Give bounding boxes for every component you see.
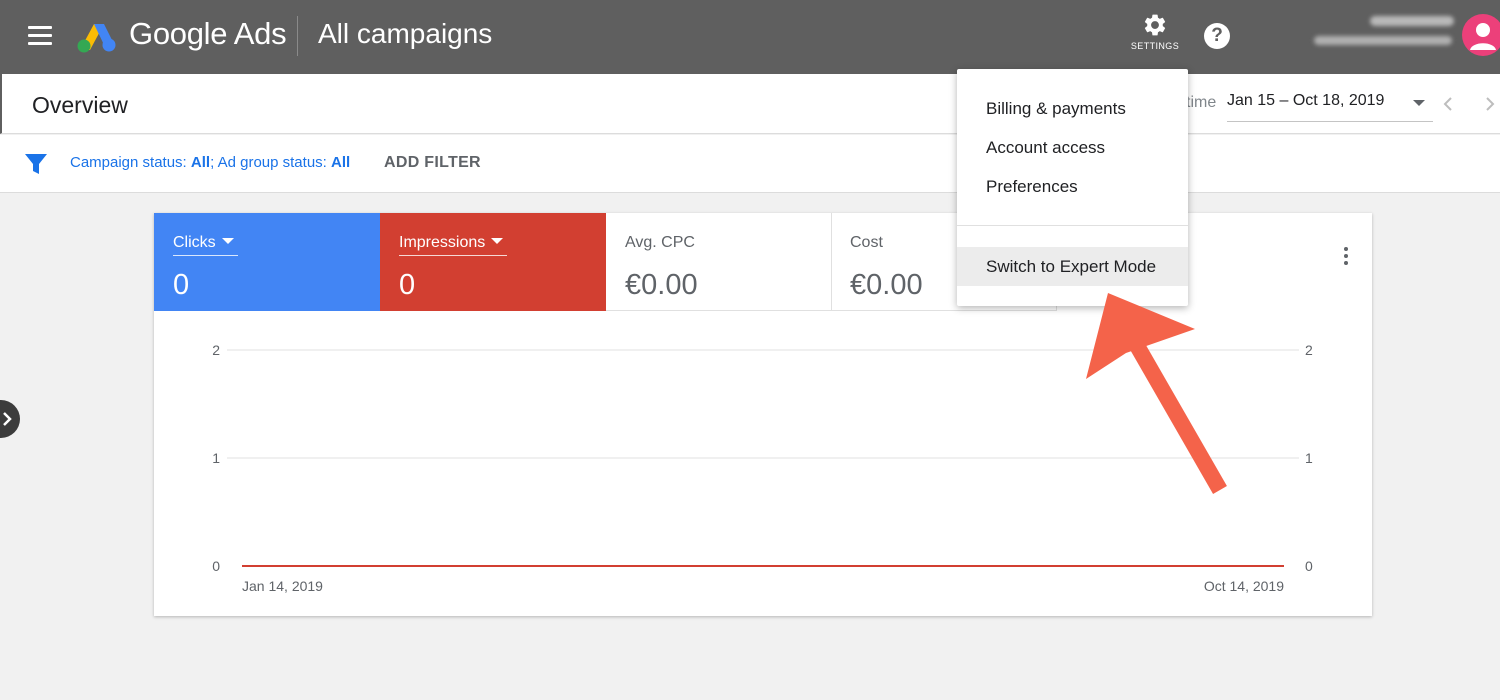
filter-icon[interactable] — [24, 153, 48, 175]
filter-bar: Campaign status: All; Ad group status: A… — [0, 135, 1500, 193]
hamburger-icon[interactable] — [28, 26, 52, 46]
metric-tile-clicks[interactable]: Clicks 0 — [154, 213, 380, 311]
campaign-status-value: All — [190, 154, 211, 171]
google-ads-logo — [77, 24, 116, 53]
caret-down-icon — [221, 238, 234, 244]
caret-down-icon — [491, 238, 504, 244]
gear-icon — [1144, 14, 1166, 36]
settings-button[interactable]: SETTINGS — [1126, 12, 1184, 62]
chevron-down-icon — [1413, 100, 1425, 106]
menu-item-preferences[interactable]: Preferences — [957, 167, 1188, 206]
account-name-blurred — [1370, 16, 1454, 26]
annotation-arrow — [1086, 293, 1227, 494]
y-tick-label-left: 0 — [212, 558, 220, 574]
metric-name: Cost — [850, 234, 883, 251]
metric-name: Avg. CPC — [625, 234, 695, 251]
account-email-blurred — [1314, 36, 1452, 45]
y-tick-label-right: 2 — [1305, 342, 1313, 358]
campaign-status-label: Campaign status: — [70, 154, 191, 171]
avatar[interactable] — [1462, 14, 1500, 56]
metric-name: Impressions — [399, 234, 486, 251]
metric-value: 0 — [399, 269, 416, 301]
add-filter-button[interactable]: ADD FILTER — [384, 154, 481, 172]
date-hint-label: time — [1186, 94, 1217, 111]
help-circle-icon[interactable]: ? — [1204, 23, 1230, 49]
person-icon — [1470, 23, 1496, 50]
header-divider — [297, 16, 298, 56]
metric-value: €0.00 — [850, 269, 923, 301]
metric-tile-avg-cpc[interactable]: Avg. CPC €0.00 — [606, 213, 832, 311]
date-range-selector[interactable]: Jan 15 – Oct 18, 2019 — [1227, 92, 1433, 122]
menu-divider — [957, 225, 1188, 226]
y-tick-label-left: 2 — [212, 342, 220, 358]
y-tick-label-left: 1 — [212, 450, 220, 466]
active-filter-summary[interactable]: Campaign status: All; Ad group status: A… — [70, 154, 350, 171]
adgroup-status-value: All — [331, 154, 351, 171]
x-tick-label: Jan 14, 2019 — [242, 578, 323, 594]
metric-selector-clicks[interactable]: Clicks — [173, 234, 238, 256]
menu-item-billing[interactable]: Billing & payments — [957, 89, 1188, 128]
y-tick-label-right: 1 — [1305, 450, 1313, 466]
adgroup-status-label: Ad group status: — [217, 154, 331, 171]
filter-separator: ; — [210, 154, 218, 171]
page-heading: All campaigns — [318, 18, 493, 49]
menu-item-account-access[interactable]: Account access — [957, 128, 1188, 167]
page-title: Overview — [32, 92, 128, 118]
more-vert-icon[interactable] — [1340, 247, 1352, 271]
metric-value: 0 — [173, 269, 190, 301]
menu-item-expert-mode[interactable]: Switch to Expert Mode — [957, 247, 1188, 286]
date-range-value: Jan 15 – Oct 18, 2019 — [1227, 92, 1385, 109]
x-tick-label: Oct 14, 2019 — [1204, 578, 1284, 594]
chevron-right-icon[interactable] — [1480, 94, 1500, 114]
metric-tile-impressions[interactable]: Impressions 0 — [380, 213, 606, 311]
y-tick-label-right: 0 — [1305, 558, 1313, 574]
settings-label: SETTINGS — [1130, 41, 1180, 51]
metric-name: Clicks — [173, 234, 216, 251]
metric-selector-impressions[interactable]: Impressions — [399, 234, 508, 256]
metric-value: €0.00 — [625, 269, 698, 301]
brand-name: Google Ads — [129, 16, 287, 51]
chevron-right-icon — [3, 412, 12, 426]
chevron-left-icon[interactable] — [1438, 94, 1458, 114]
expand-sidebar-button[interactable] — [0, 400, 20, 438]
overview-header: Overview time Jan 15 – Oct 18, 2019 — [0, 74, 1500, 134]
top-app-bar: Google Ads All campaigns SETTINGS ? — [0, 0, 1500, 74]
settings-menu: Billing & payments Account access Prefer… — [957, 69, 1188, 306]
